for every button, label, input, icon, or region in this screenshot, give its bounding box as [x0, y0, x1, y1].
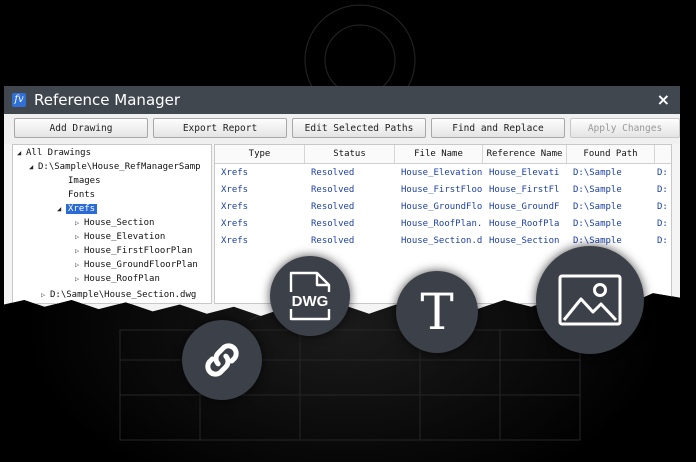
tree-node-all-drawings[interactable]: ◢ All Drawings [17, 147, 91, 160]
text-font-icon: T [420, 283, 454, 341]
tree-label-selected: Xrefs [66, 204, 98, 214]
link-badge [182, 320, 262, 400]
table-header: Type Status File Name Reference Name Fou… [215, 145, 671, 164]
cell-status: Resolved [311, 185, 355, 195]
dwg-file-icon: DWG [288, 271, 332, 321]
table-row[interactable]: Xrefs Resolved House_RoofPlan. House_Roo… [215, 216, 671, 233]
tree-label: D:\Sample\House_Section.dwg [50, 290, 197, 300]
cell-found-path: D:\Sample [573, 168, 622, 178]
cell-type: Xrefs [221, 185, 249, 195]
expand-down-icon[interactable]: ◢ [57, 203, 66, 216]
expand-right-icon[interactable]: ▷ [75, 273, 84, 286]
tree-node-xref[interactable]: ▷ House_FirstFloorPlan [75, 245, 192, 258]
tree-node-images[interactable]: Images [68, 175, 101, 188]
cell-saved-path: D: [657, 202, 668, 212]
link-icon [205, 343, 239, 377]
table-row[interactable]: Xrefs Resolved House_GroundFlo House_Gro… [215, 199, 671, 216]
tree-node-xref[interactable]: ▷ House_GroundFloorPlan [75, 259, 198, 272]
cell-reference-name: House_RoofPla [489, 219, 560, 229]
edit-selected-paths-button[interactable]: Edit Selected Paths [292, 118, 426, 138]
tree-label: House_FirstFloorPlan [84, 246, 193, 256]
cell-found-path: D:\Sample [573, 185, 622, 195]
cell-saved-path: D: [657, 219, 668, 229]
column-header-type[interactable]: Type [215, 145, 305, 163]
cell-file-name: House_Elevation [401, 168, 483, 178]
cell-status: Resolved [311, 202, 355, 212]
tree-node-xrefs[interactable]: ◢ Xrefs [57, 203, 98, 216]
expand-right-icon[interactable]: ▷ [75, 217, 84, 230]
tree-label: House_RoofPlan [84, 274, 160, 284]
tree-node-xref[interactable]: ▷ House_Section [75, 217, 154, 230]
column-header-reference-name[interactable]: Reference Name [483, 145, 567, 163]
tree-node-fonts[interactable]: Fonts [68, 189, 95, 202]
find-and-replace-button[interactable]: Find and Replace [431, 118, 565, 138]
title-bar: fv Reference Manager × [4, 86, 680, 114]
column-header-extra [655, 145, 671, 163]
cell-status: Resolved [311, 168, 355, 178]
close-icon[interactable]: × [657, 90, 670, 109]
export-report-button[interactable]: Export Report [153, 118, 287, 138]
cell-type: Xrefs [221, 219, 249, 229]
tree-label: Fonts [68, 190, 96, 200]
expand-right-icon[interactable]: ▷ [75, 259, 84, 272]
drawing-tree: ◢ All Drawings ◢ D:\Sample\House_RefManage… [12, 144, 212, 304]
cell-file-name: House_GroundFlo [401, 202, 483, 212]
cell-status: Resolved [311, 219, 355, 229]
text-badge: T [396, 271, 478, 353]
image-badge [536, 246, 644, 354]
cell-status: Resolved [311, 236, 355, 246]
cell-saved-path: D: [657, 168, 668, 178]
cell-type: Xrefs [221, 202, 249, 212]
expand-right-icon[interactable]: ▷ [75, 245, 84, 258]
tree-node-drawing[interactable]: ▷ D:\Sample\House_Section.dwg [41, 289, 196, 302]
cell-file-name: House_FirstFloo [401, 185, 483, 195]
expand-down-icon[interactable]: ◢ [17, 147, 26, 160]
cell-saved-path: D: [657, 236, 668, 246]
cell-reference-name: House_Elevati [489, 168, 560, 178]
cell-found-path: D:\Sample [573, 202, 622, 212]
cell-saved-path: D: [657, 185, 668, 195]
column-header-found-path[interactable]: Found Path [567, 145, 655, 163]
table-row[interactable]: Xrefs Resolved House_FirstFloo House_Fir… [215, 182, 671, 199]
cell-file-name: House_RoofPlan. [401, 219, 483, 229]
table-row[interactable]: Xrefs Resolved House_Elevation House_Ele… [215, 165, 671, 182]
tree-label: Images [68, 176, 101, 186]
toolbar: Add Drawing Export Report Edit Selected … [4, 114, 680, 144]
dwg-badge: DWG [270, 256, 350, 336]
tree-label: House_GroundFloorPlan [84, 260, 198, 270]
cell-type: Xrefs [221, 168, 249, 178]
cell-reference-name: House_FirstFl [489, 185, 560, 195]
cell-reference-name: House_GroundF [489, 202, 560, 212]
expand-right-icon[interactable]: ▷ [75, 231, 84, 244]
expand-down-icon[interactable]: ◢ [29, 161, 38, 174]
apply-changes-button[interactable]: Apply Changes [570, 118, 680, 138]
cell-reference-name: House_Section [489, 236, 560, 246]
column-header-status[interactable]: Status [305, 145, 395, 163]
expand-right-icon[interactable]: ▷ [41, 289, 50, 302]
tree-label: All Drawings [26, 148, 92, 158]
tree-node-drawing[interactable]: ◢ D:\Sample\House_RefManagerSamp [29, 161, 201, 174]
tree-label: House_Section [84, 218, 155, 228]
tree-node-xref[interactable]: ▷ House_RoofPlan [75, 273, 160, 286]
tree-node-xref[interactable]: ▷ House_Elevation [75, 231, 165, 244]
app-icon: fv [12, 93, 26, 107]
dwg-label: DWG [292, 293, 329, 310]
cell-found-path: D:\Sample [573, 219, 622, 229]
add-drawing-button[interactable]: Add Drawing [14, 118, 148, 138]
window-title: Reference Manager [34, 91, 181, 109]
column-header-file-name[interactable]: File Name [395, 145, 483, 163]
cell-file-name: House_Section.d [401, 236, 483, 246]
tree-label: D:\Sample\House_RefManagerSamp [38, 162, 201, 172]
image-icon [558, 274, 622, 326]
tree-label: House_Elevation [84, 232, 166, 242]
cell-type: Xrefs [221, 236, 249, 246]
